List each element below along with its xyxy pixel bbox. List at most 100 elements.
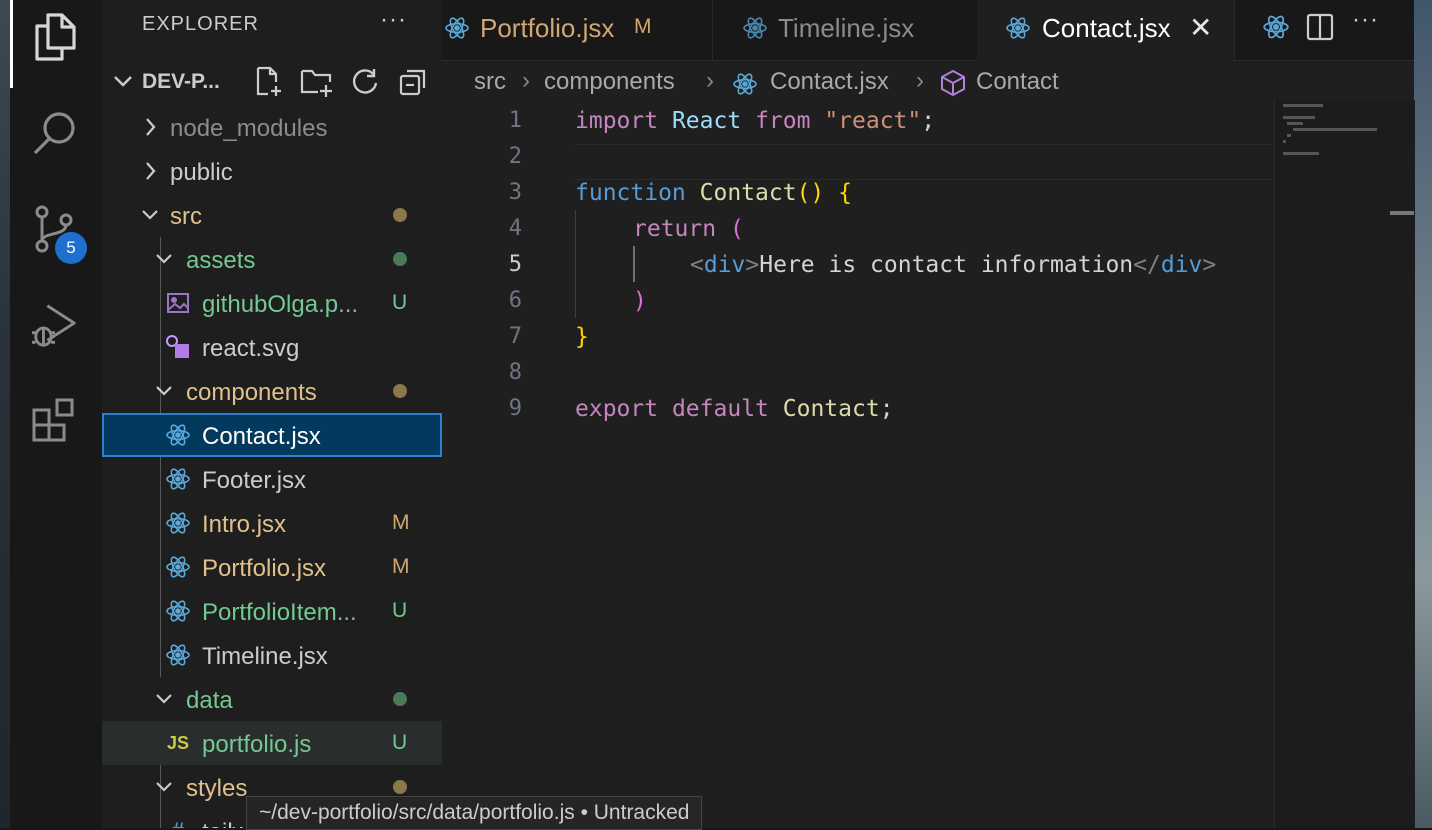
desktop-background-left xyxy=(0,0,10,828)
tab-label: Portfolio.jsx xyxy=(480,13,615,43)
git-status-badge: M xyxy=(392,555,410,578)
new-folder-icon[interactable] xyxy=(300,66,334,98)
git-status-dot xyxy=(393,692,407,706)
line-number: 5 xyxy=(508,252,522,277)
chevron-right-icon xyxy=(140,115,160,144)
tree-item-label: portfolio.js xyxy=(202,731,312,758)
react-icon xyxy=(165,598,191,624)
tree-file[interactable]: githubOlga.p... U xyxy=(102,281,442,325)
tree-item-label: Contact.jsx xyxy=(202,423,321,450)
tree-item-label: node_modules xyxy=(170,115,328,142)
tree-item-label: Intro.jsx xyxy=(202,511,287,538)
indent-guide-active xyxy=(633,246,635,282)
react-icon xyxy=(742,15,768,46)
breadcrumb-item[interactable]: Contact.jsx xyxy=(770,68,889,96)
minimap[interactable] xyxy=(1274,100,1415,828)
project-name: DEV-P... xyxy=(142,70,220,93)
tree-file[interactable]: react.svg xyxy=(102,325,442,369)
tree-file[interactable]: Timeline.jsx xyxy=(102,633,442,677)
tree-folder[interactable]: assets xyxy=(102,237,442,281)
search-icon[interactable] xyxy=(30,108,80,158)
new-file-icon[interactable] xyxy=(252,66,286,98)
tab-portfolio[interactable]: Portfolio.jsx M xyxy=(442,0,713,60)
code-line-5: <div>Here is contact information</div> xyxy=(690,252,1217,278)
react-icon xyxy=(732,71,758,104)
chevron-down-icon xyxy=(154,775,174,804)
code-line-9: export default Contact; xyxy=(575,396,894,422)
breadcrumb-item[interactable]: src xyxy=(474,68,506,96)
tree-item-label: public xyxy=(170,159,233,186)
source-control-badge: 5 xyxy=(55,232,87,264)
code-editor[interactable]: 1 2 3 4 5 6 7 8 9 import React from "rea… xyxy=(442,102,1272,442)
tab-timeline[interactable]: Timeline.jsx xyxy=(712,0,978,60)
line-number: 9 xyxy=(508,396,522,421)
run-debug-icon[interactable] xyxy=(30,300,80,350)
chevron-down-icon xyxy=(154,379,174,408)
code-line-6: ) xyxy=(633,288,647,314)
git-status-dot xyxy=(393,252,407,266)
tree-file[interactable]: PortfolioItem... U xyxy=(102,589,442,633)
react-icon xyxy=(165,466,191,492)
collapse-all-icon[interactable] xyxy=(396,66,430,98)
svg-file-icon xyxy=(165,334,191,360)
tree-item-label: components xyxy=(186,379,317,406)
tree-item-label: styles xyxy=(186,775,248,802)
component-symbol-icon xyxy=(940,69,966,104)
git-status-badge: M xyxy=(392,511,410,534)
git-status-dot xyxy=(393,208,407,222)
chevron-down-icon xyxy=(154,247,174,276)
tree-file[interactable]: Contact.jsx xyxy=(102,413,442,457)
tree-folder[interactable]: components xyxy=(102,369,442,413)
line-number: 1 xyxy=(508,108,522,133)
breadcrumb-item[interactable]: Contact xyxy=(976,68,1059,96)
chevron-right-icon: › xyxy=(916,67,924,94)
extensions-icon[interactable] xyxy=(30,396,80,446)
image-file-icon xyxy=(165,290,191,316)
tree-folder[interactable]: public xyxy=(102,149,442,193)
refresh-icon[interactable] xyxy=(348,66,382,98)
tree-item-label: Portfolio.jsx xyxy=(202,555,327,582)
breadcrumb-item[interactable]: components xyxy=(544,68,675,96)
react-icon xyxy=(1005,15,1031,46)
react-icon[interactable] xyxy=(1262,13,1290,46)
editor-area: Portfolio.jsx M Timeline.jsx Contact.jsx… xyxy=(442,0,1415,828)
react-icon xyxy=(444,15,470,46)
editor-more-actions[interactable]: ··· xyxy=(1352,6,1379,34)
git-status-badge: U xyxy=(392,599,408,622)
indent-guide xyxy=(575,210,576,318)
git-status-badge: U xyxy=(392,291,408,314)
tree-folder[interactable]: src xyxy=(102,193,442,237)
react-icon xyxy=(165,554,191,580)
chevron-down-icon xyxy=(154,687,174,716)
minimap-lines xyxy=(1283,104,1377,158)
tab-label: Contact.jsx xyxy=(1042,13,1171,43)
tree-file[interactable]: Intro.jsx M xyxy=(102,501,442,545)
line-number: 2 xyxy=(508,144,522,169)
git-status-dot xyxy=(393,780,407,794)
react-icon xyxy=(165,422,191,448)
line-number: 6 xyxy=(508,288,522,313)
tree-file[interactable]: JS portfolio.js U xyxy=(102,721,442,765)
close-icon[interactable]: ✕ xyxy=(1189,14,1212,42)
activity-bar: 5 xyxy=(10,0,103,828)
tree-file[interactable]: Portfolio.jsx M xyxy=(102,545,442,589)
tab-contact[interactable]: Contact.jsx ✕ xyxy=(977,0,1235,61)
files-icon[interactable] xyxy=(30,12,80,62)
css-file-icon: # xyxy=(165,818,191,828)
explorer-more-actions[interactable]: ··· xyxy=(380,6,407,34)
tree-folder[interactable]: node_modules xyxy=(102,105,442,149)
project-folder-header[interactable]: DEV-P... xyxy=(102,60,442,104)
tree-item-label: githubOlga.p... xyxy=(202,291,359,318)
javascript-file-icon: JS xyxy=(166,732,190,753)
line-number: 4 xyxy=(508,216,522,241)
split-editor-icon[interactable] xyxy=(1306,13,1334,46)
hover-tooltip: ~/dev-portfolio/src/data/portfolio.js • … xyxy=(246,796,703,830)
tree-item-label: Footer.jsx xyxy=(202,467,307,494)
react-icon xyxy=(165,510,191,536)
tab-label: Timeline.jsx xyxy=(778,13,915,43)
tree-file[interactable]: Footer.jsx xyxy=(102,457,442,501)
chevron-right-icon: › xyxy=(706,67,714,94)
file-tree: node_modules public src assets githubOlga.p.… xyxy=(102,105,442,828)
tree-folder[interactable]: data xyxy=(102,677,442,721)
chevron-right-icon xyxy=(140,159,160,188)
